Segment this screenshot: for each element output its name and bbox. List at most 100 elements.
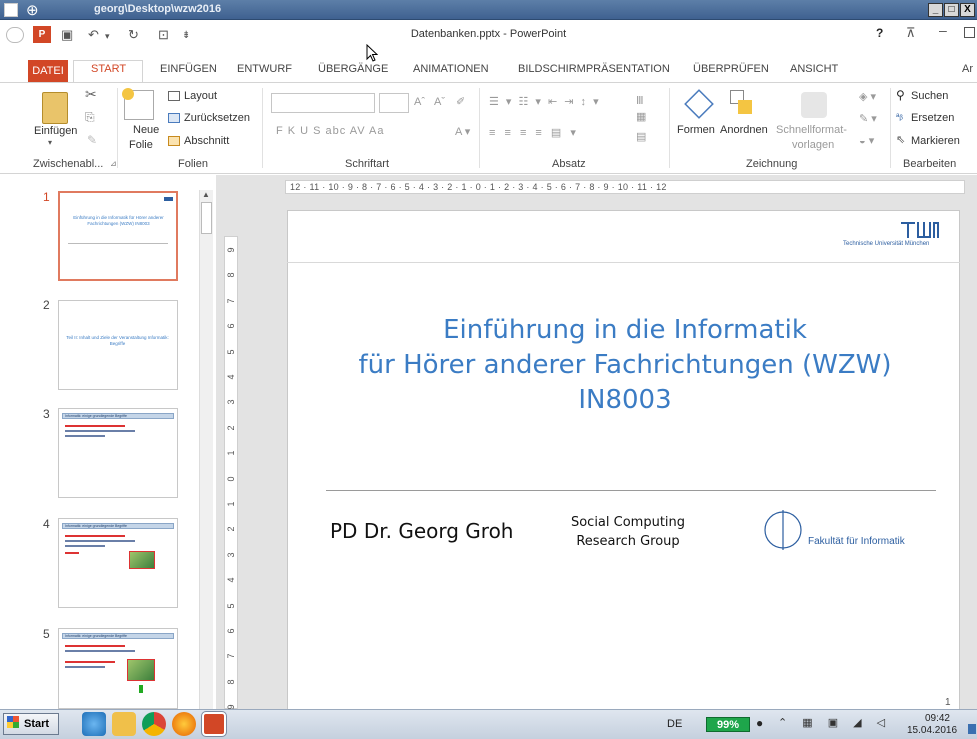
quick-styles-icon[interactable] xyxy=(801,92,827,118)
vertical-ruler-number: 3 xyxy=(226,552,236,558)
fill-icon[interactable]: ◈ ▾ xyxy=(859,90,876,103)
outline-icon[interactable]: ✎ ▾ xyxy=(859,112,877,125)
tum-subtitle: Technische Universität München xyxy=(843,241,930,247)
new-slide-icon[interactable] xyxy=(122,88,154,120)
font-style-buttons[interactable]: F K U S abc AV Aa xyxy=(276,125,385,137)
clear-format-icon[interactable]: ✐ xyxy=(456,95,465,108)
replace-button[interactable]: Ersetzen xyxy=(911,112,954,124)
smartart-icon[interactable]: ▤ xyxy=(636,130,646,143)
thumb-3-text: Informatik: einige grundlegende Begriffe xyxy=(65,414,128,418)
tab-bildschirmpraesentation[interactable]: BILDSCHIRMPRÄSENTATION xyxy=(518,63,670,75)
font-size-dropdown[interactable] xyxy=(379,93,409,113)
clock-date[interactable]: 15.04.2016 xyxy=(907,725,957,736)
shrink-font-icon[interactable]: Aˇ xyxy=(434,96,445,108)
vertical-ruler-number: 8 xyxy=(226,679,236,685)
slide-thumbnail-2[interactable]: Teil II: Inhalt und Ziele der Veranstalt… xyxy=(58,300,178,390)
maximize-button[interactable]: □ xyxy=(944,3,959,17)
language-indicator[interactable]: DE xyxy=(667,718,682,730)
new-slide-label-1[interactable]: Neue xyxy=(133,124,159,136)
cut-icon[interactable]: ✂ xyxy=(85,86,97,103)
tab-datei[interactable]: DATEI xyxy=(28,60,68,82)
slide-thumbnail-5[interactable]: Informatik: einige grundlegende Begriffe xyxy=(58,628,178,709)
minimize-button[interactable]: _ xyxy=(928,3,943,17)
paste-icon[interactable] xyxy=(42,92,68,124)
select-button[interactable]: Markieren xyxy=(911,135,960,147)
thumbnail-scrollbar[interactable]: ▲ xyxy=(199,190,213,710)
app-maximize-button[interactable] xyxy=(964,27,975,38)
paste-dropdown-icon[interactable]: ▾ xyxy=(48,138,52,147)
chrome-icon[interactable] xyxy=(142,712,166,736)
account-name-cut[interactable]: Ar xyxy=(962,63,973,75)
reset-icon[interactable] xyxy=(168,113,180,123)
app-minimize-button[interactable]: – xyxy=(939,22,947,38)
vertical-ruler-number: 1 xyxy=(226,450,236,456)
text-direction-icon[interactable]: Ⅲ xyxy=(636,94,644,107)
section-button[interactable]: Abschnitt xyxy=(184,135,229,147)
align-text-icon[interactable]: ▦ xyxy=(636,110,646,123)
slide-canvas[interactable] xyxy=(287,210,960,710)
vertical-ruler-number: 3 xyxy=(226,399,236,405)
slide-thumbnail-3[interactable]: Informatik: einige grundlegende Begriffe xyxy=(58,408,178,498)
slide-research-group[interactable]: Social Computing Research Group xyxy=(568,513,688,551)
tab-ansicht[interactable]: ANSICHT xyxy=(790,63,838,75)
internet-explorer-icon[interactable] xyxy=(82,712,106,736)
ribbon-display-icon[interactable]: ⊼ xyxy=(906,25,916,41)
slide-thumbnail-1[interactable]: Einführung in die Informatik für Hörer a… xyxy=(58,191,178,281)
find-button[interactable]: Suchen xyxy=(911,90,948,102)
tab-entwurf[interactable]: ENTWURF xyxy=(237,63,292,75)
tum-logo xyxy=(901,222,939,241)
effects-icon[interactable]: ◒ ▾ xyxy=(859,134,874,147)
tab-start[interactable]: START xyxy=(91,63,126,75)
battery-indicator[interactable]: 99% xyxy=(706,717,750,732)
quick-styles-label-2[interactable]: vorlagen xyxy=(792,139,834,151)
thumb-5-text: Informatik: einige grundlegende Begriffe xyxy=(65,634,128,638)
arrange-icon[interactable] xyxy=(728,88,758,118)
slide-thumbnail-4[interactable]: Informatik: einige grundlegende Begriffe xyxy=(58,518,178,608)
grow-font-icon[interactable]: Aˆ xyxy=(414,96,425,108)
slide-title-line-2: für Hörer anderer Fachrichtungen (WZW) xyxy=(358,350,892,380)
shapes-button[interactable]: Formen xyxy=(677,124,715,136)
paste-button[interactable]: Einfügen xyxy=(34,125,77,137)
slide-author[interactable]: PD Dr. Georg Groh xyxy=(330,519,513,543)
separator xyxy=(669,88,670,168)
reset-button[interactable]: Zurücksetzen xyxy=(184,112,250,124)
thumb-2-text: Teil II: Inhalt und Ziele der Veranstalt… xyxy=(66,335,169,346)
section-icon[interactable] xyxy=(168,136,180,146)
group-clipboard-label: Zwischenabl... xyxy=(33,158,104,170)
format-painter-icon[interactable]: ✎ xyxy=(87,133,97,147)
align-buttons[interactable]: ≡ ≡ ≡ ≡ ▤ ▾ xyxy=(489,126,579,139)
firefox-icon[interactable] xyxy=(172,712,196,736)
vertical-ruler-number: 4 xyxy=(226,374,236,380)
tab-einfuegen[interactable]: EINFÜGEN xyxy=(160,63,217,75)
copy-icon[interactable]: ⎘ xyxy=(85,110,95,125)
font-color-icon[interactable]: A ▾ xyxy=(455,125,470,138)
layout-button[interactable]: Layout xyxy=(184,90,217,102)
tab-ueberpruefen[interactable]: ÜBERPRÜFEN xyxy=(693,63,769,75)
magnifier-icon[interactable]: ⊕ xyxy=(26,1,39,19)
thumb-4-text: Informatik: einige grundlegende Begriffe xyxy=(65,524,128,528)
layout-icon[interactable] xyxy=(168,91,180,101)
research-group-line-1: Social Computing xyxy=(570,515,686,530)
close-button[interactable]: X xyxy=(960,3,975,17)
show-desktop-icon[interactable] xyxy=(968,724,976,734)
separator xyxy=(117,88,118,168)
file-explorer-icon[interactable] xyxy=(112,712,136,736)
slide-title-line-1: Einführung in die Informatik xyxy=(443,315,807,345)
slide-header-line xyxy=(287,262,960,263)
tab-animationen[interactable]: ANIMATIONEN xyxy=(413,63,489,75)
powerpoint-taskbar-icon[interactable] xyxy=(201,711,227,737)
new-slide-label-2[interactable]: Folie xyxy=(129,139,153,151)
tray-icons[interactable]: ⌃ ▦ ▣ ◢ ◁ xyxy=(778,716,891,729)
slide-page-number: 1 xyxy=(945,697,951,708)
clock-time[interactable]: 09:42 xyxy=(916,713,950,724)
window-menu-icon[interactable] xyxy=(4,3,18,17)
font-family-dropdown[interactable] xyxy=(271,93,375,113)
vertical-ruler-number: 7 xyxy=(226,298,236,304)
clipboard-launcher-icon[interactable]: ⊿ xyxy=(110,159,117,168)
list-buttons[interactable]: ☰ ▾ ☷ ▾ ⇤ ⇥ ↕ ▾ xyxy=(489,95,601,108)
separator xyxy=(479,88,480,168)
help-button[interactable]: ? xyxy=(876,26,883,40)
slide-title[interactable]: Einführung in die Informatik für Hörer a… xyxy=(300,313,950,418)
arrange-button[interactable]: Anordnen xyxy=(720,124,768,136)
quick-styles-label-1[interactable]: Schnellformat- xyxy=(776,124,847,136)
